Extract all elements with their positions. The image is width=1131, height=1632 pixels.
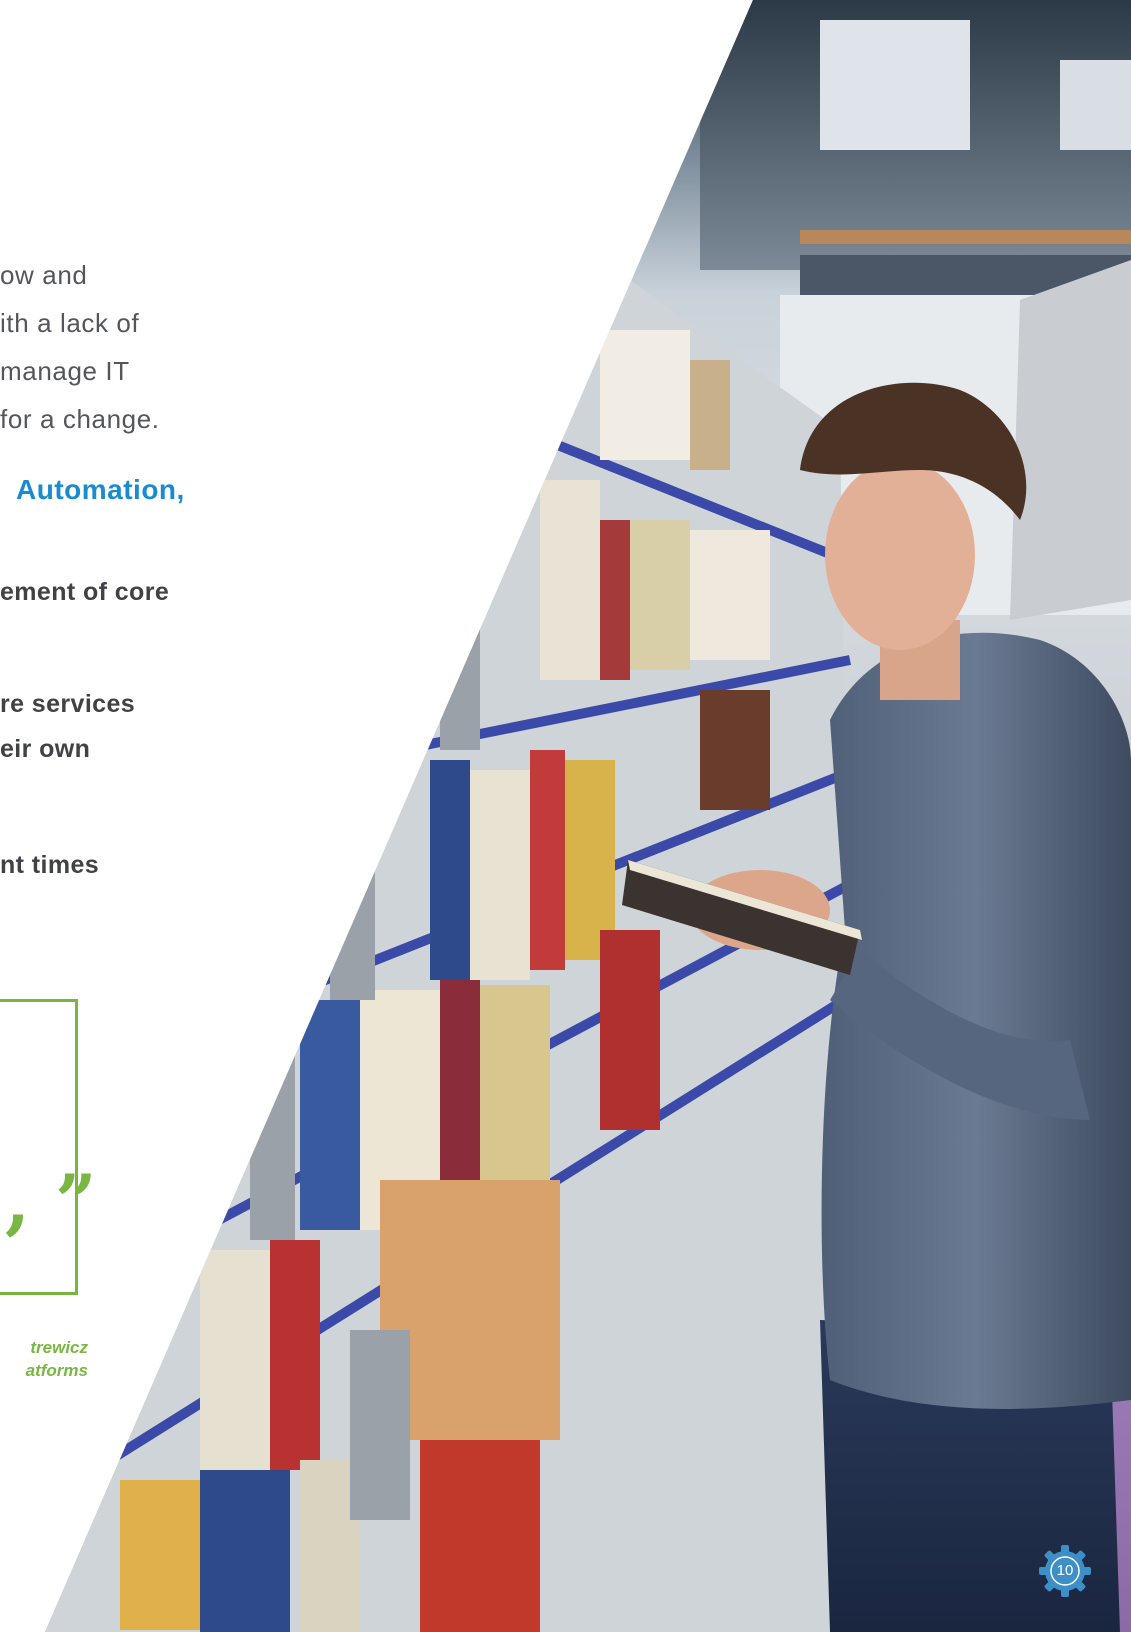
body-line: for a change.: [0, 404, 160, 434]
bullet-line: eir own: [0, 735, 91, 763]
bullet-line: ement of core: [0, 578, 170, 606]
quote-attribution-name: trewicz: [30, 1338, 88, 1357]
text-column: ow and ith a lack of manage IT for a cha…: [0, 0, 760, 1632]
body-line: ow and: [0, 260, 88, 290]
body-line: manage IT: [0, 356, 130, 386]
section-heading: Automation,: [16, 474, 185, 505]
bullet-line: re services: [0, 690, 136, 718]
quote-attribution-title: atforms: [25, 1361, 88, 1380]
bullet-line: nt times: [0, 851, 100, 879]
quote-callout-box: [0, 999, 78, 1295]
page-number: 10: [1056, 1562, 1074, 1579]
closing-quote-mark: , ”: [5, 1158, 97, 1243]
body-line: ith a lack of: [0, 308, 140, 338]
